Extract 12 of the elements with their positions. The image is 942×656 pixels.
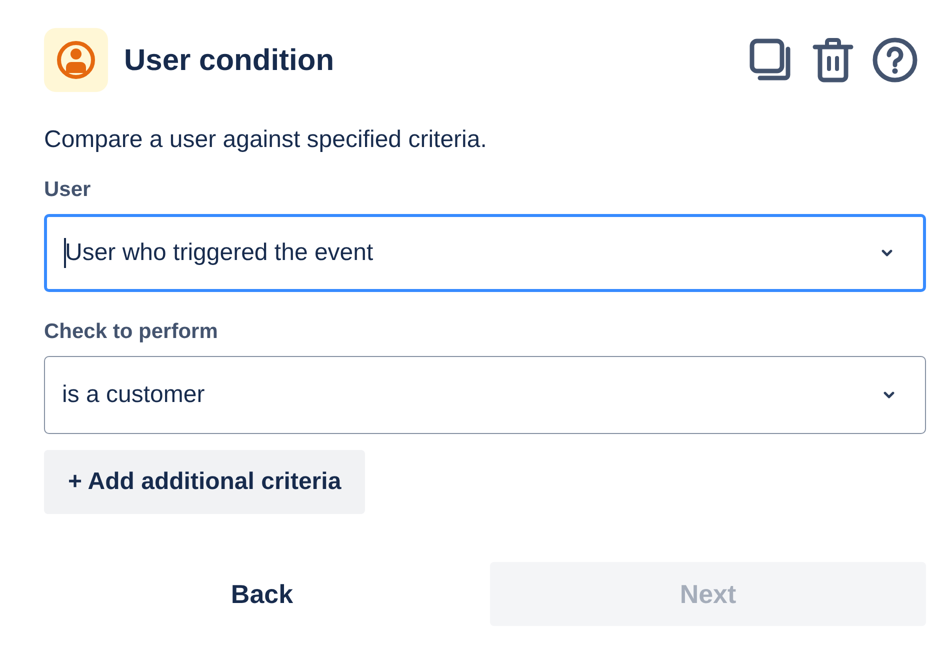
panel-title: User condition: [124, 42, 334, 78]
select-field[interactable]: is a customer: [44, 356, 926, 434]
help-icon[interactable]: [872, 37, 918, 83]
field-label: Check to perform: [44, 319, 219, 345]
select-field[interactable]: User who triggered the event: [44, 214, 926, 292]
user-avatar-icon: [44, 28, 108, 92]
description-text: Compare a user against specified criteria.: [44, 125, 488, 155]
select-value: User who triggered the event: [65, 238, 374, 268]
select-value: is a customer: [62, 380, 206, 410]
trash-icon[interactable]: [812, 37, 854, 83]
add-criteria-button[interactable]: + Add additional criteria: [44, 450, 366, 514]
field-label: User: [44, 177, 92, 203]
